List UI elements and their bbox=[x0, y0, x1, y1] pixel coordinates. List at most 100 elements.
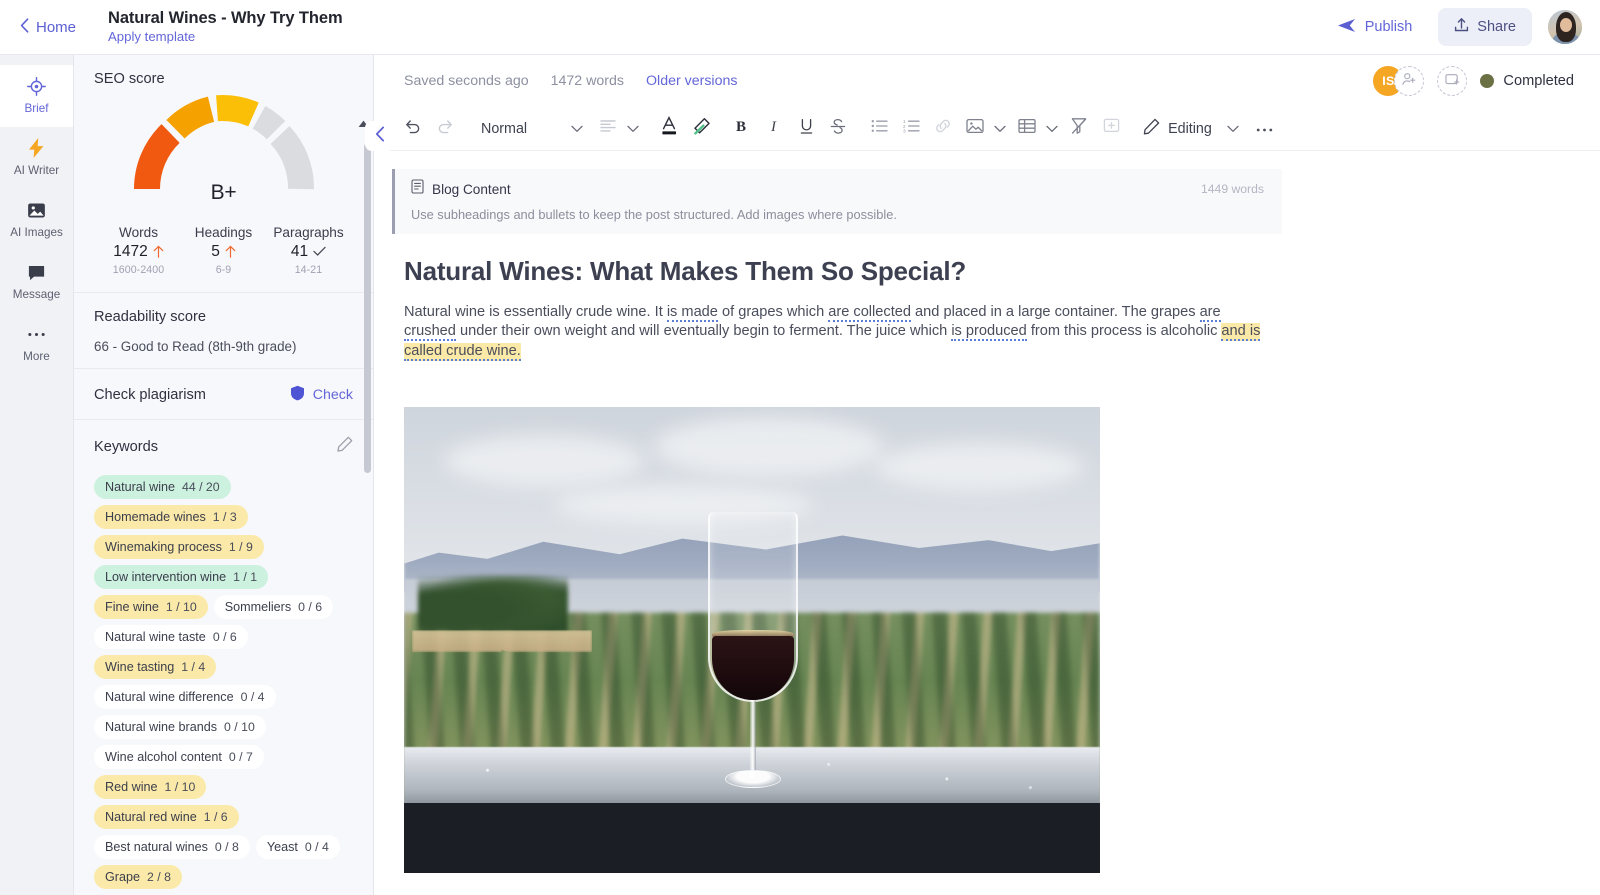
more-options-button[interactable] bbox=[1250, 114, 1280, 144]
align-left-icon-button[interactable] bbox=[593, 114, 623, 144]
grammar-suggestion[interactable]: is made bbox=[666, 304, 718, 322]
insert-table-dropdown[interactable] bbox=[1012, 114, 1062, 144]
metric-headings: Headings 5 6-9 bbox=[181, 225, 266, 276]
insert-table-button[interactable] bbox=[1012, 114, 1042, 144]
blog-content-block[interactable]: Blog Content 1449 words Use subheadings … bbox=[392, 169, 1282, 234]
keyword-chip[interactable]: Natural wine brands 0 / 10 bbox=[94, 715, 266, 739]
redo-button[interactable] bbox=[430, 114, 460, 144]
blog-block-title: Blog Content bbox=[432, 181, 511, 197]
keyword-chip[interactable]: Wine tasting 1 / 4 bbox=[94, 655, 217, 679]
table-caret-button[interactable] bbox=[1042, 114, 1062, 144]
older-versions-link[interactable]: Older versions bbox=[646, 73, 737, 89]
keyword-count: 0 / 6 bbox=[212, 630, 237, 644]
paragraph-segment: of grapes which bbox=[717, 304, 829, 320]
keyword-list: Natural wine 44 / 20 Homemade wines 1 / 3 … bbox=[94, 475, 353, 889]
insert-image-dropdown[interactable] bbox=[960, 114, 1010, 144]
sidebar-item-label: AI Writer bbox=[13, 164, 60, 177]
grammar-suggestion[interactable]: is produced bbox=[951, 323, 1027, 342]
clear-formatting-button[interactable] bbox=[1064, 114, 1094, 144]
seo-metrics: Words 1472 1600-2400 Headings 5 6-9 Para… bbox=[94, 221, 353, 278]
panel-scrollbar[interactable] bbox=[364, 143, 371, 473]
page-title: Natural Wines - Why Try Them bbox=[108, 9, 343, 27]
keyword-count: 1 / 3 bbox=[212, 510, 237, 524]
sidebar-item-message[interactable]: Message bbox=[0, 251, 73, 313]
editing-mode-label: Editing bbox=[1168, 120, 1212, 137]
image-caret-button[interactable] bbox=[990, 114, 1010, 144]
apply-template-link[interactable]: Apply template bbox=[108, 29, 343, 45]
image-cloud bbox=[444, 435, 644, 488]
add-person-button[interactable] bbox=[1394, 66, 1425, 96]
status-label: Completed bbox=[1503, 73, 1574, 89]
paragraph-segment: from this process is alcoholic bbox=[1026, 323, 1222, 340]
undo-button[interactable] bbox=[398, 114, 428, 144]
keyword-term: Homemade wines bbox=[105, 510, 206, 524]
keyword-chip[interactable]: Yeast 0 / 4 bbox=[255, 835, 340, 859]
strikethrough-button[interactable] bbox=[823, 114, 853, 144]
grammar-suggestion[interactable]: are collected bbox=[828, 304, 911, 322]
bold-button[interactable]: B bbox=[727, 114, 757, 144]
home-back-link[interactable]: Home bbox=[14, 14, 82, 41]
align-caret-button[interactable] bbox=[623, 114, 643, 144]
sidebar-item-ai-images[interactable]: AI Images bbox=[0, 189, 73, 251]
plagiarism-section: Check plagiarism Check bbox=[74, 369, 373, 420]
keyword-chip[interactable]: Wine alcohol content 0 / 7 bbox=[94, 745, 264, 769]
collapse-panel-button[interactable] bbox=[365, 121, 395, 151]
publish-button[interactable]: Publish bbox=[1327, 11, 1423, 44]
italic-button[interactable]: I bbox=[759, 114, 789, 144]
image-scene bbox=[404, 407, 1100, 804]
metric-label: Paragraphs bbox=[273, 225, 344, 240]
numbered-list-button[interactable]: 123 bbox=[896, 114, 926, 144]
keyword-chip[interactable]: Low intervention wine 1 / 1 bbox=[94, 565, 269, 589]
insert-image-button[interactable] bbox=[960, 114, 990, 144]
keyword-chip[interactable]: Winemaking process 1 / 9 bbox=[94, 535, 264, 559]
metric-value-row: 5 bbox=[211, 243, 236, 261]
edit-keywords-button[interactable] bbox=[337, 436, 353, 457]
paragraph-style-dropdown[interactable]: Normal bbox=[471, 114, 591, 144]
svg-text:3: 3 bbox=[903, 129, 906, 133]
keyword-chip[interactable]: Natural wine taste 0 / 6 bbox=[94, 625, 248, 649]
add-block-button[interactable] bbox=[1096, 114, 1126, 144]
editing-mode-button[interactable]: Editing bbox=[1137, 118, 1216, 139]
avatar[interactable] bbox=[1548, 10, 1582, 44]
document-paragraph[interactable]: Natural wine is essentially crude wine. … bbox=[404, 303, 1264, 361]
share-button[interactable]: Share bbox=[1438, 8, 1532, 46]
seo-score-title: SEO score bbox=[94, 71, 165, 87]
underline-button[interactable] bbox=[791, 114, 821, 144]
keyword-chip[interactable]: Homemade wines 1 / 3 bbox=[94, 505, 248, 529]
editing-mode-caret-button[interactable] bbox=[1218, 114, 1248, 144]
align-dropdown[interactable] bbox=[593, 114, 643, 144]
keyword-chip[interactable]: Natural red wine 1 / 6 bbox=[94, 805, 239, 829]
sidebar-item-more[interactable]: More bbox=[0, 313, 73, 375]
shield-icon bbox=[290, 385, 305, 405]
keyword-term: Grape bbox=[105, 870, 141, 884]
keyword-count: 0 / 8 bbox=[214, 840, 239, 854]
keyword-chip[interactable]: Grape 2 / 8 bbox=[94, 865, 182, 889]
keyword-chip[interactable]: Natural wine 44 / 20 bbox=[94, 475, 231, 499]
keyword-chip[interactable]: Sommeliers 0 / 6 bbox=[213, 595, 334, 619]
readability-value: 66 - Good to Read (8th-9th grade) bbox=[94, 339, 297, 354]
highlight-button[interactable] bbox=[686, 114, 716, 144]
keyword-chip[interactable]: Red wine 1 / 10 bbox=[94, 775, 207, 799]
sidebar-item-brief[interactable]: Brief bbox=[0, 65, 73, 127]
text-color-button[interactable] bbox=[654, 114, 684, 144]
keyword-chip[interactable]: Fine wine 1 / 10 bbox=[94, 595, 208, 619]
top-bar: Home Natural Wines - Why Try Them Apply … bbox=[0, 0, 1600, 55]
keyword-count: 1 / 9 bbox=[228, 540, 253, 554]
check-plagiarism-button[interactable]: Check bbox=[290, 385, 353, 405]
paragraph-segment: and placed in a large container. The gra… bbox=[911, 304, 1200, 320]
undo-icon bbox=[404, 117, 422, 140]
metric-range: 1600-2400 bbox=[112, 264, 165, 276]
editor-pane: Saved seconds ago 1472 words Older versi… bbox=[374, 55, 1600, 895]
bullet-list-button[interactable] bbox=[864, 114, 894, 144]
status-badge[interactable]: Completed bbox=[1480, 73, 1574, 89]
keyword-chip[interactable]: Natural wine difference 0 / 4 bbox=[94, 685, 276, 709]
link-button[interactable] bbox=[928, 114, 958, 144]
sidebar-item-label: More bbox=[23, 350, 50, 363]
document-image[interactable] bbox=[404, 407, 1100, 874]
document-heading[interactable]: Natural Wines: What Makes Them So Specia… bbox=[404, 256, 1600, 287]
chevron-down-icon bbox=[627, 120, 639, 138]
sidebar-item-ai-writer[interactable]: AI Writer bbox=[0, 127, 73, 189]
add-media-button[interactable] bbox=[1437, 66, 1468, 96]
keyword-chip[interactable]: Best natural wines 0 / 8 bbox=[94, 835, 250, 859]
document-canvas[interactable]: Blog Content 1449 words Use subheadings … bbox=[374, 151, 1600, 895]
